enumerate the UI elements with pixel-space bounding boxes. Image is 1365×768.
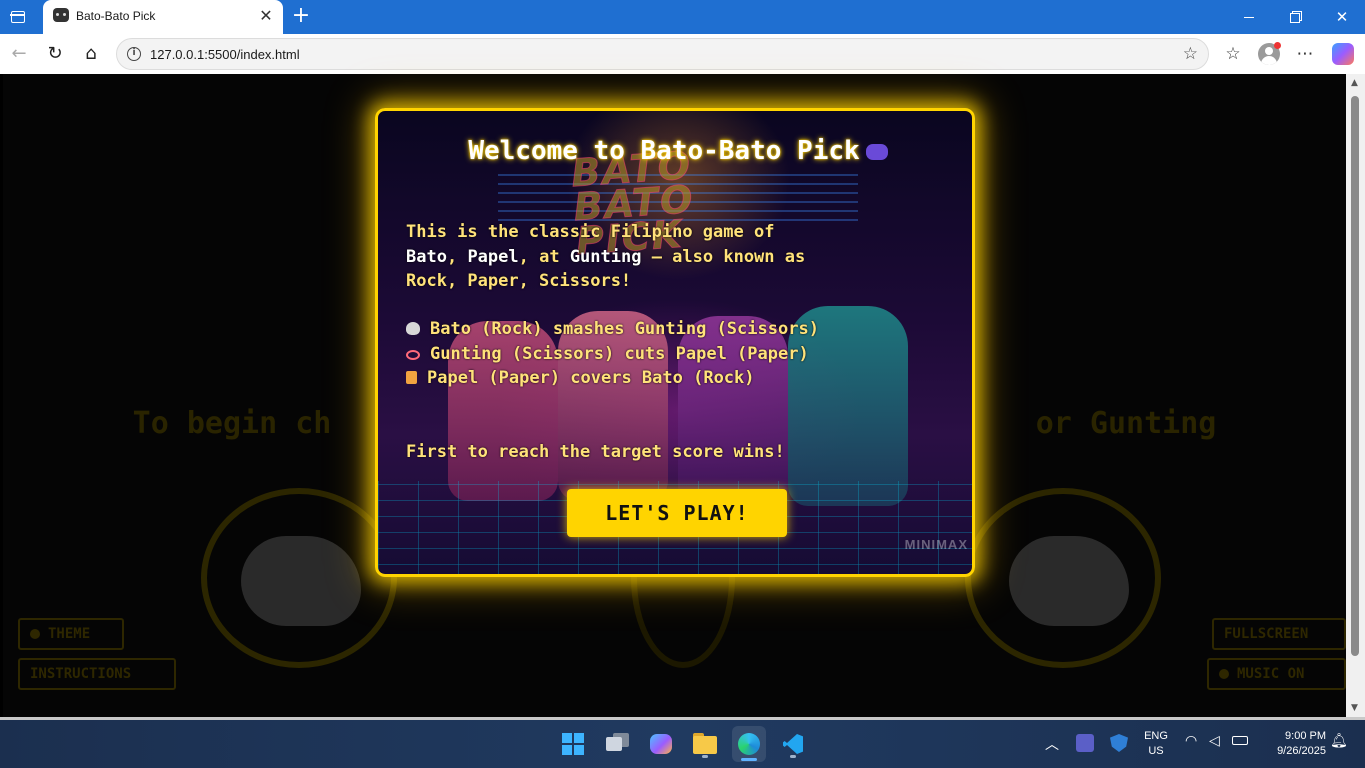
home-button[interactable]: ⌂ — [79, 42, 103, 66]
welcome-modal: BATO BATO PICK MINIMAX Welcome to Bato-B… — [375, 108, 975, 577]
add-favorite-icon[interactable]: ☆ — [1183, 44, 1198, 64]
papel-term: Papel — [467, 246, 519, 267]
more-menu-icon[interactable]: ⋯ — [1293, 42, 1317, 66]
wifi-icon[interactable]: ◠ — [1185, 733, 1197, 749]
gamepad-icon — [865, 143, 888, 160]
watermark: MINIMAX — [904, 537, 968, 552]
start-button[interactable] — [557, 728, 589, 760]
new-tab-button[interactable]: + — [290, 5, 312, 27]
notification-bell-icon[interactable]: 🔔︎ — [1330, 733, 1348, 749]
intro-line: This is the classic Filipino game of — [406, 222, 775, 242]
clock[interactable]: 9:00 PM 9/26/2025 — [1262, 729, 1326, 759]
rule-text: Bato (Rock) smashes Gunting (Scissors) — [430, 319, 819, 339]
favorites-icon[interactable]: ☆ — [1221, 42, 1245, 66]
modal-title-text: Welcome to Bato-Bato Pick — [468, 136, 860, 166]
vscode-icon[interactable] — [777, 728, 809, 760]
clock-date: 9/26/2025 — [1277, 745, 1326, 757]
rule-item: Papel (Paper) covers Bato (Rock) — [406, 366, 958, 391]
music-label: MUSIC ON — [1237, 666, 1305, 682]
show-hidden-icons-icon[interactable]: ︿ — [1045, 734, 1059, 754]
fullscreen-label: FULLSCREEN — [1224, 626, 1309, 642]
restore-button[interactable] — [1272, 0, 1318, 34]
rule-item: Gunting (Scissors) cuts Papel (Paper) — [406, 342, 958, 367]
computer-hand-ring — [965, 488, 1161, 668]
language-code: ENG — [1144, 730, 1168, 742]
intro-connector: , at — [518, 246, 570, 267]
teams-icon[interactable] — [1076, 734, 1094, 752]
language-indicator[interactable]: ENG US — [1141, 729, 1171, 759]
paper-icon — [406, 371, 417, 384]
browser-tab-bar: Bato-Bato Pick ✕ + ✕ — [0, 0, 1365, 34]
instructions-button[interactable]: INSTRUCTIONS — [18, 658, 176, 690]
keyboard-region: US — [1148, 745, 1164, 757]
tab-close-icon[interactable]: ✕ — [257, 7, 275, 25]
back-button[interactable]: ← — [7, 42, 31, 66]
copilot-app-icon[interactable] — [645, 728, 677, 760]
edge-browser-icon[interactable] — [732, 726, 766, 762]
task-view-icon[interactable] — [601, 728, 633, 760]
rule-text: Papel (Paper) covers Bato (Rock) — [427, 368, 755, 388]
gunting-term: Gunting — [569, 246, 642, 267]
player-hand-ring — [201, 488, 397, 668]
computer-hand-icon — [1009, 536, 1129, 626]
reload-button[interactable]: ↻ — [43, 42, 67, 66]
profile-notification-dot — [1274, 42, 1281, 49]
theme-label: THEME — [48, 626, 91, 642]
address-bar[interactable]: i 127.0.0.1:5500/index.html ☆ — [116, 38, 1209, 70]
music-toggle-button[interactable]: MUSIC ON — [1207, 658, 1346, 690]
copilot-icon[interactable] — [1332, 43, 1354, 65]
modal-title: Welcome to Bato-Bato Pick — [398, 137, 958, 165]
scissors-icon — [406, 349, 420, 360]
browser-tab[interactable]: Bato-Bato Pick ✕ — [43, 0, 283, 34]
defender-icon[interactable] — [1110, 734, 1128, 752]
file-explorer-icon[interactable] — [689, 728, 721, 760]
tab-actions-icon[interactable] — [8, 7, 28, 27]
intro-line: Bato, Papel, at Gunting — also known as — [406, 246, 806, 267]
palette-icon — [30, 629, 40, 639]
gamepad-icon — [53, 8, 69, 22]
site-info-icon[interactable]: i — [127, 47, 141, 61]
scroll-thumb[interactable] — [1351, 96, 1359, 656]
fullscreen-button[interactable]: FULLSCREEN — [1212, 618, 1346, 650]
modal-intro: This is the classic Filipino game of Bat… — [406, 220, 958, 294]
rules-list: Bato (Rock) smashes Gunting (Scissors) G… — [406, 317, 958, 391]
minimize-button[interactable] — [1226, 0, 1272, 34]
player-hand-icon — [241, 536, 361, 626]
rule-item: Bato (Rock) smashes Gunting (Scissors) — [406, 317, 958, 342]
tab-title: Bato-Bato Pick — [76, 9, 156, 23]
browser-toolbar: ← ↻ ⌂ i 127.0.0.1:5500/index.html ☆ ☆ ⋯ — [0, 34, 1365, 74]
page-scrollbar[interactable]: ▲ ▼ — [1346, 74, 1365, 717]
intro-suffix: — also known as — [641, 246, 806, 267]
volume-icon[interactable]: ◁ — [1209, 733, 1220, 749]
lets-play-button[interactable]: LET'S PLAY! — [567, 489, 787, 537]
clock-time: 9:00 PM — [1285, 730, 1326, 742]
close-window-button[interactable]: ✕ — [1319, 0, 1365, 34]
theme-button[interactable]: THEME — [18, 618, 124, 650]
instructions-label: INSTRUCTIONS — [30, 666, 132, 682]
battery-icon[interactable] — [1232, 733, 1248, 749]
windows-taskbar: ︿ ENG US ◠ ◁ 9:00 PM 9/26/2025 🔔︎ — [0, 720, 1365, 768]
bato-term: Bato — [406, 246, 447, 267]
rock-icon — [406, 322, 420, 335]
intro-line: Rock, Paper, Scissors! — [406, 271, 632, 291]
rule-text: Gunting (Scissors) cuts Papel (Paper) — [430, 343, 809, 364]
scroll-up-icon[interactable]: ▲ — [1351, 78, 1358, 88]
scroll-down-icon[interactable]: ▼ — [1351, 703, 1358, 713]
target-text: First to reach the target score wins! — [406, 442, 785, 462]
speaker-icon — [1219, 669, 1229, 679]
url-text[interactable]: 127.0.0.1:5500/index.html — [150, 47, 300, 62]
